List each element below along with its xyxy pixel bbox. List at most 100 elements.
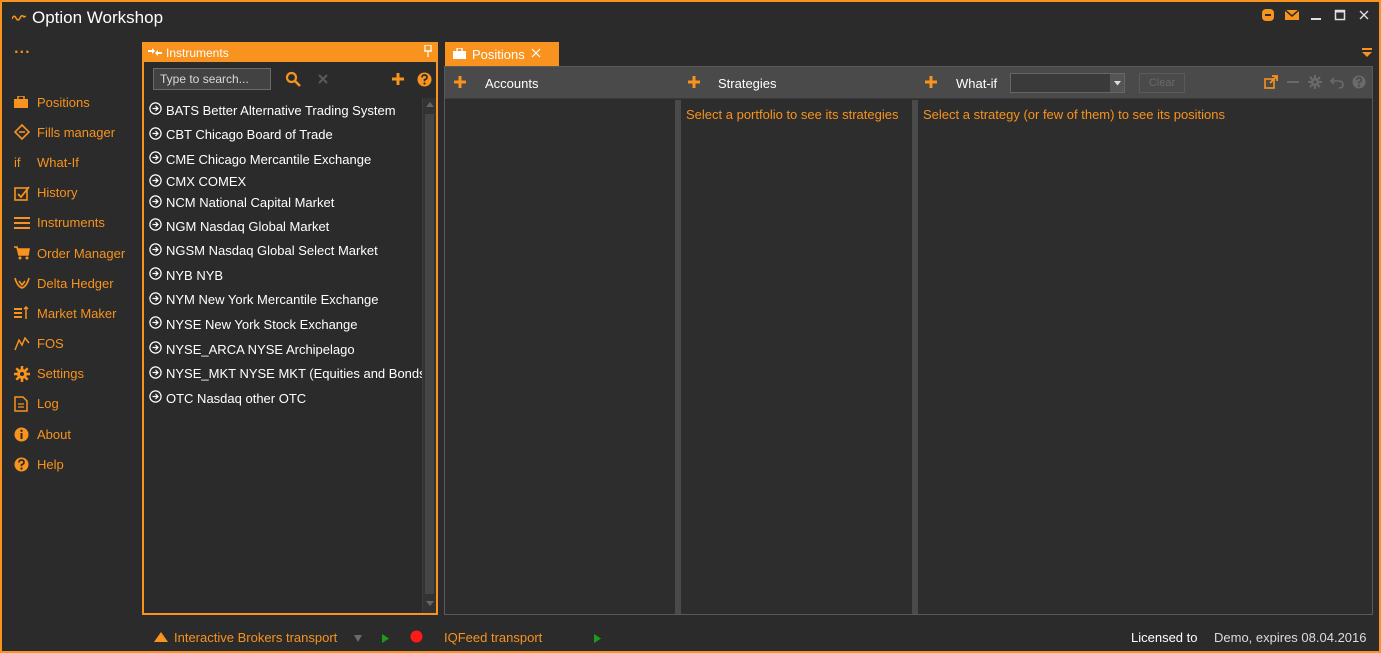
- circle-arrow-icon: [149, 151, 162, 167]
- list-item[interactable]: NYSE_ARCA NYSE Archipelago: [144, 337, 422, 362]
- circle-arrow-icon: [149, 242, 162, 259]
- nav-item-instruments[interactable]: Instruments: [2, 208, 142, 238]
- circle-arrow-icon: [149, 341, 162, 357]
- nav-item-history[interactable]: History: [2, 178, 142, 208]
- list-item[interactable]: NYB NYB: [144, 263, 422, 288]
- nav-item-order-manager[interactable]: Order Manager: [2, 238, 142, 268]
- nav-more-button[interactable]: ...: [14, 42, 31, 56]
- nav-item-fos[interactable]: FOS: [2, 329, 142, 359]
- delta-hedger-icon: [14, 275, 34, 291]
- gear-icon: [14, 365, 34, 382]
- strategies-hint: Select a portfolio to see its strategies: [686, 107, 899, 122]
- close-icon[interactable]: [1357, 8, 1371, 22]
- instrument-name: NYSE New York Stock Exchange: [166, 316, 358, 332]
- nav-item-market-maker[interactable]: Market Maker: [2, 298, 142, 328]
- positions-hint: Select a strategy (or few of them) to se…: [923, 107, 1226, 122]
- popout-icon[interactable]: [1264, 75, 1278, 92]
- clear-search-icon[interactable]: [314, 70, 332, 88]
- tab-label: Positions: [472, 46, 525, 62]
- market-maker-icon: [14, 305, 34, 321]
- triangle-up-icon[interactable]: [154, 631, 168, 645]
- instrument-list: BATS Better Alternative Trading System C…: [144, 98, 422, 613]
- add-instrument-button[interactable]: [389, 70, 407, 88]
- instrument-name: NYB NYB: [166, 267, 224, 283]
- main-nav: ... Positions Fills manager if What-If H…: [2, 32, 142, 622]
- nav-item-settings[interactable]: Settings: [2, 359, 142, 389]
- mail-icon[interactable]: [1285, 8, 1299, 22]
- list-item[interactable]: NCM National Capital Market: [144, 192, 422, 214]
- iqfeed-transport-label[interactable]: IQFeed transport: [444, 630, 542, 645]
- tab-menu-icon[interactable]: [1361, 46, 1373, 60]
- nav-item-what-if[interactable]: if What-If: [2, 147, 142, 177]
- add-whatif-button[interactable]: [924, 75, 938, 89]
- list-item[interactable]: NYM New York Mercantile Exchange: [144, 288, 422, 313]
- scroll-down-icon[interactable]: [426, 601, 434, 609]
- undo-icon[interactable]: [1329, 75, 1344, 92]
- instrument-list-scrollbar[interactable]: [422, 98, 436, 613]
- nav-item-log[interactable]: Log: [2, 389, 142, 419]
- chevron-down-icon[interactable]: [1110, 74, 1124, 92]
- instrument-name: NCM National Capital Market: [166, 195, 335, 211]
- strategies-column: Select a portfolio to see its strategies: [681, 100, 912, 614]
- dropdown-arrow-icon[interactable]: [354, 632, 362, 646]
- list-item[interactable]: CMX COMEX: [144, 172, 422, 192]
- clear-button[interactable]: Clear: [1139, 73, 1185, 93]
- history-icon: [14, 185, 34, 201]
- list-item[interactable]: CME Chicago Mercantile Exchange: [144, 147, 422, 172]
- instrument-name: NYSE_MKT NYSE MKT (Equities and Bonds): [166, 366, 422, 382]
- tab-close-icon[interactable]: [531, 47, 541, 61]
- minimize-icon[interactable]: [1309, 8, 1323, 22]
- instrument-name: BATS Better Alternative Trading System: [166, 102, 396, 118]
- search-icon[interactable]: [284, 70, 302, 88]
- circle-arrow-icon: [149, 316, 162, 332]
- add-account-button[interactable]: [453, 75, 467, 89]
- add-strategy-button[interactable]: [687, 75, 701, 89]
- help-icon[interactable]: [1352, 75, 1366, 92]
- list-item[interactable]: NYSE New York Stock Exchange: [144, 312, 422, 337]
- circle-arrow-icon: [149, 218, 162, 234]
- nav-item-label: Market Maker: [37, 305, 117, 321]
- circle-arrow-icon: [149, 292, 162, 308]
- whatif-header: What-if: [956, 76, 998, 91]
- info-icon: [14, 426, 34, 442]
- list-item[interactable]: NGSM Nasdaq Global Select Market: [144, 238, 422, 263]
- tab-positions[interactable]: Positions: [445, 42, 559, 66]
- nav-item-label: What-If: [37, 154, 79, 170]
- instruments-panel: Instruments BATS Better Alternative Trad…: [142, 42, 438, 615]
- instrument-name: CME Chicago Mercantile Exchange: [166, 151, 372, 167]
- play-icon[interactable]: [382, 632, 389, 646]
- instruments-icon: [148, 46, 162, 60]
- scrollbar-thumb[interactable]: [425, 114, 434, 594]
- pin-icon[interactable]: [424, 44, 432, 60]
- nav-item-label: About: [37, 426, 71, 442]
- instrument-search-input[interactable]: [153, 68, 271, 90]
- document-tabstrip: Positions: [442, 42, 1379, 66]
- list-item[interactable]: CBT Chicago Board of Trade: [144, 123, 422, 148]
- whatif-select[interactable]: [1010, 73, 1125, 93]
- list-item[interactable]: NGM Nasdaq Global Market: [144, 214, 422, 239]
- gear-icon[interactable]: [1308, 75, 1322, 92]
- link-icon[interactable]: [1286, 75, 1300, 92]
- instrument-name: NGM Nasdaq Global Market: [166, 218, 330, 234]
- nav-item-delta-hedger[interactable]: Delta Hedger: [2, 268, 142, 298]
- scroll-up-icon[interactable]: [426, 101, 434, 109]
- maximize-icon[interactable]: [1333, 8, 1347, 22]
- nav-item-label: History: [37, 185, 78, 201]
- instrument-name: NYM New York Mercantile Exchange: [166, 292, 379, 308]
- nav-item-help[interactable]: Help: [2, 449, 142, 479]
- record-icon[interactable]: [410, 630, 423, 646]
- list-item[interactable]: BATS Better Alternative Trading System: [144, 98, 422, 123]
- list-item[interactable]: NYSE_MKT NYSE MKT (Equities and Bonds): [144, 361, 422, 386]
- circle-arrow-icon: [149, 365, 162, 382]
- help-icon[interactable]: [415, 70, 433, 88]
- list-item[interactable]: OTC Nasdaq other OTC: [144, 386, 422, 411]
- circle-arrow-icon: [149, 195, 162, 211]
- instrument-name: OTC Nasdaq other OTC: [166, 390, 307, 406]
- chat-icon[interactable]: [1261, 8, 1275, 22]
- ib-transport-label[interactable]: Interactive Brokers transport: [174, 630, 337, 645]
- positions-view: Accounts Strategies What-if Clear Select…: [444, 66, 1373, 615]
- nav-item-positions[interactable]: Positions: [2, 87, 142, 117]
- play-icon[interactable]: [594, 632, 601, 646]
- nav-item-fills-manager[interactable]: Fills manager: [2, 117, 142, 147]
- nav-item-about[interactable]: About: [2, 419, 142, 449]
